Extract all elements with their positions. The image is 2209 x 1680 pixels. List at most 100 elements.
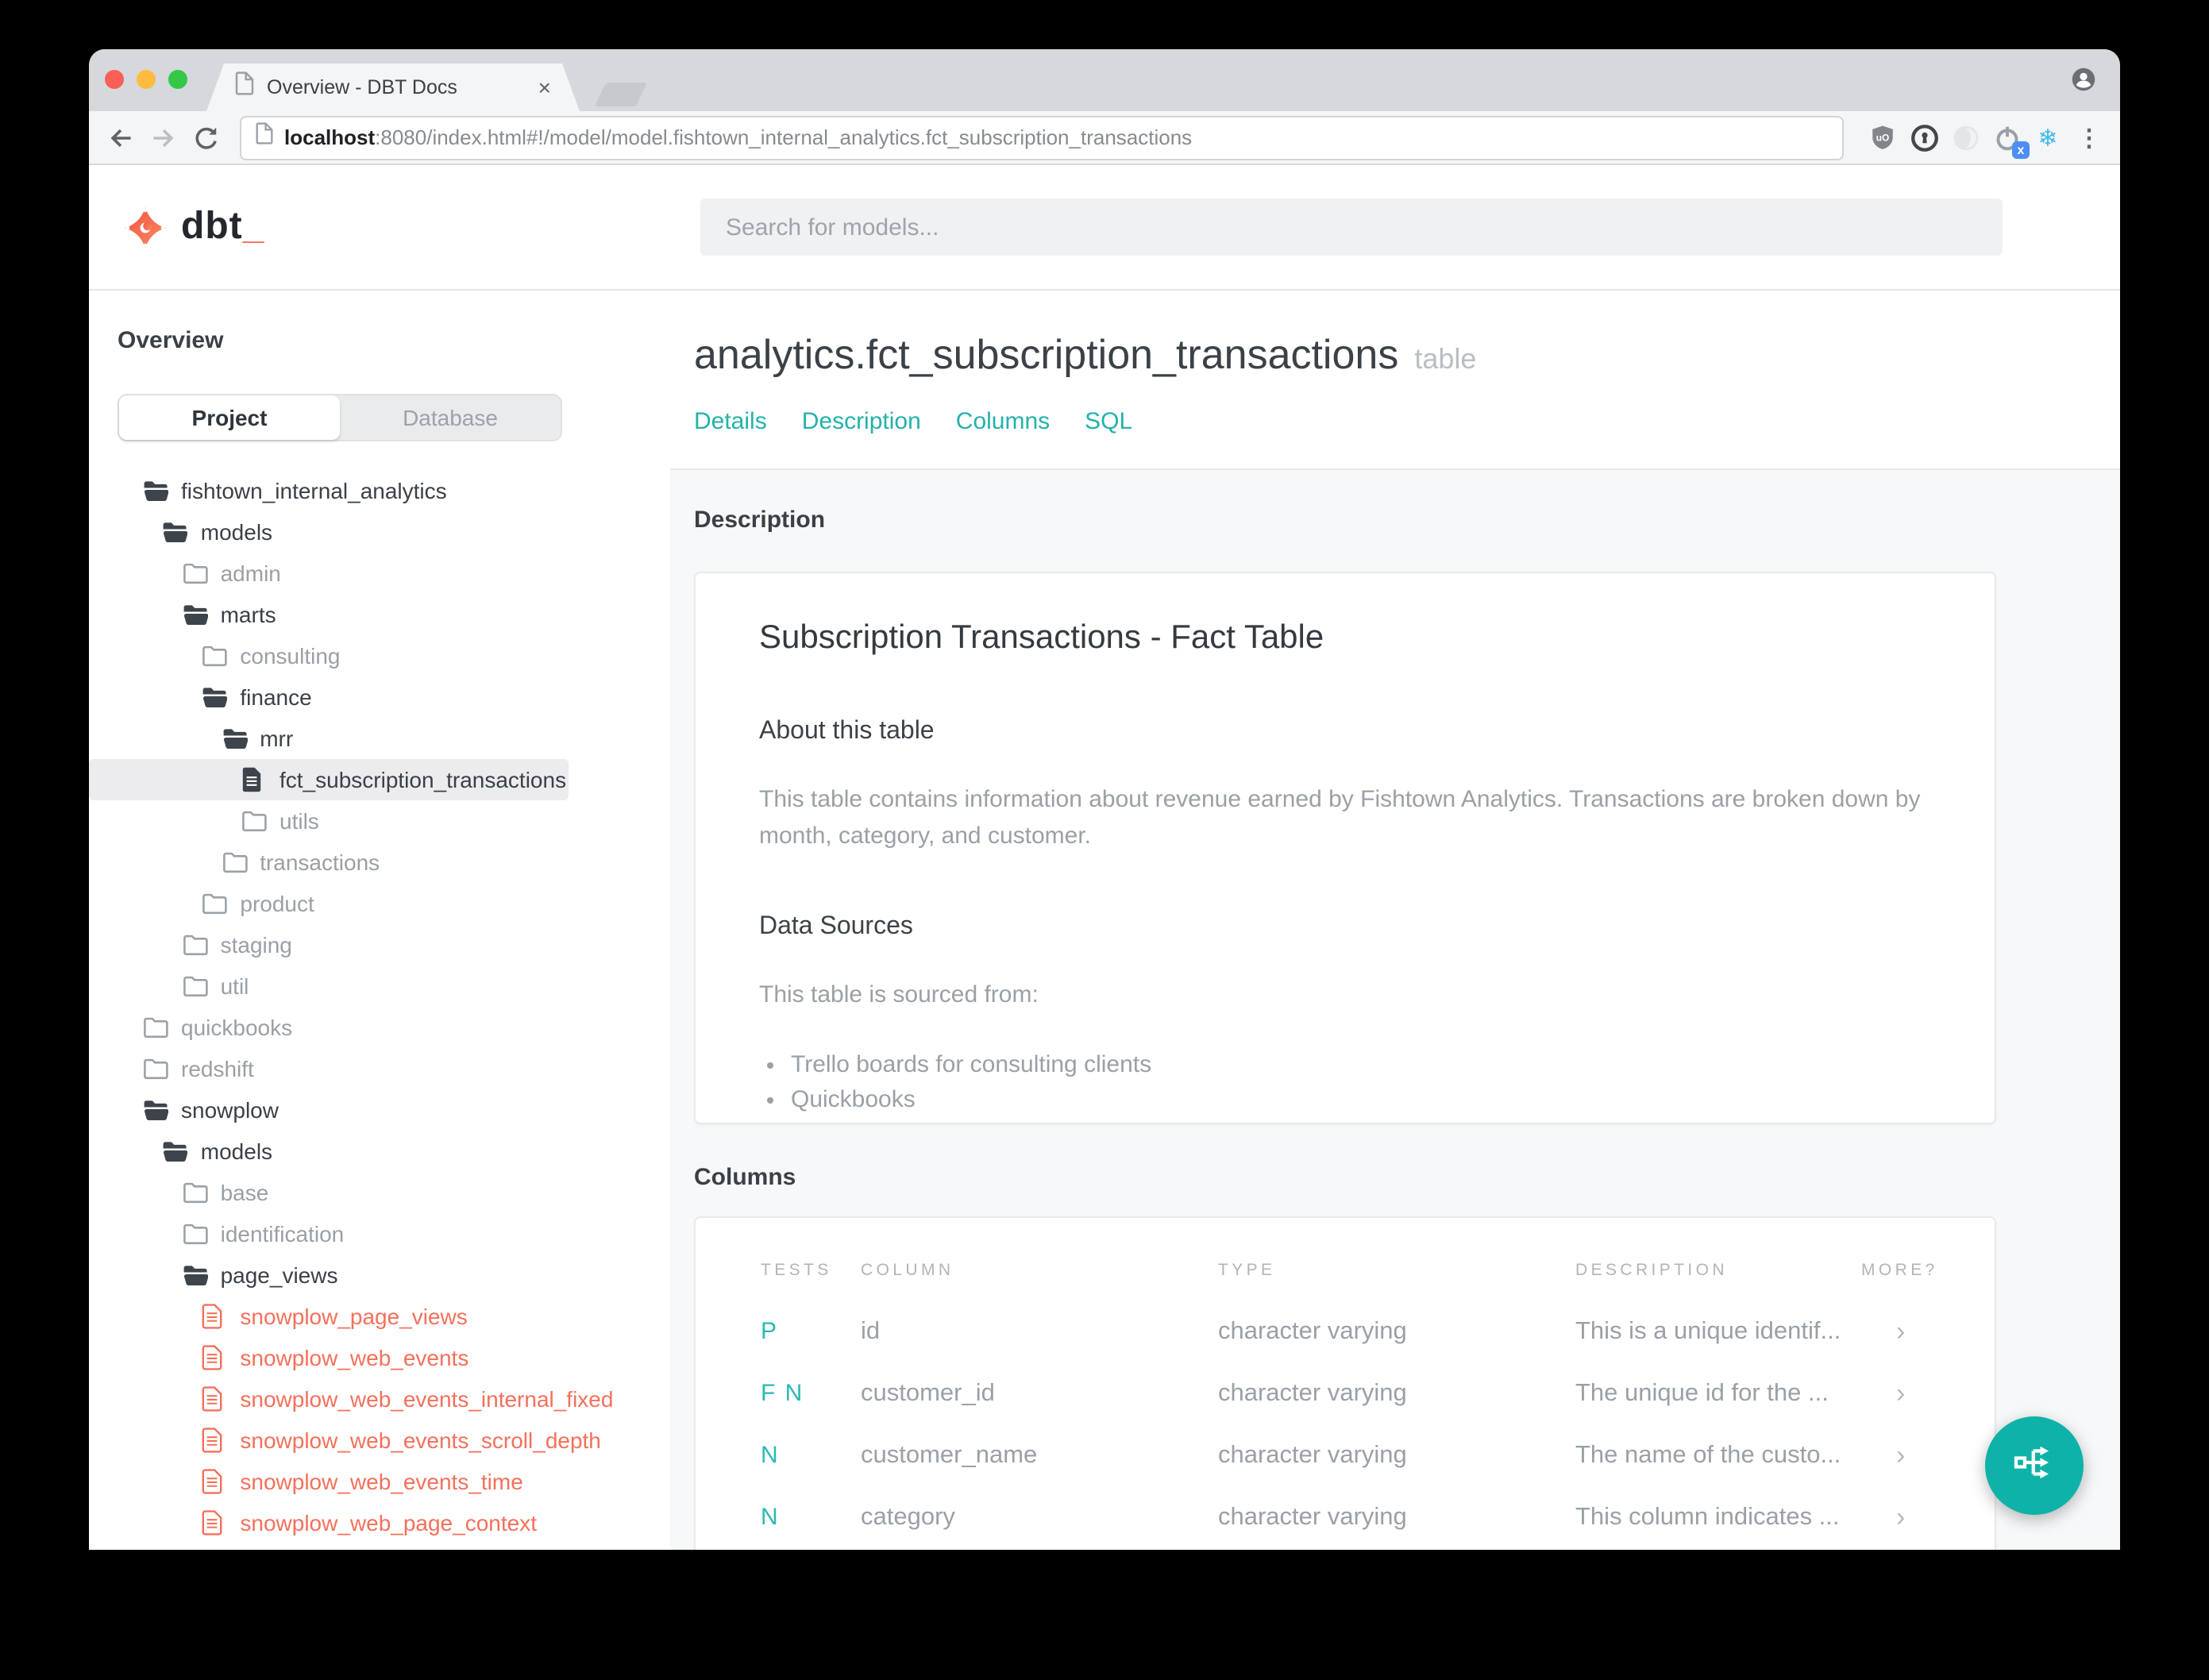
main-panel: analytics.fct_subscription_transactions t… [670,291,2120,1550]
url-bar[interactable]: localhost:8080/index.html#!/model/model.… [240,115,1844,160]
power-extension-icon[interactable]: x [1991,122,2030,159]
browser-toolbar: localhost:8080/index.html#!/model/model.… [89,111,2120,165]
folder-icon [183,975,208,997]
tree-item-models[interactable]: models [89,1131,670,1172]
avatar-icon[interactable] [2069,65,2098,102]
column-name: customer_id [861,1379,995,1406]
ghostery-extension-icon[interactable] [1950,122,1980,152]
overview-heading[interactable]: Overview [118,328,670,354]
url-host: localhost [284,125,376,149]
data-source-item: Stripe [791,1118,1931,1123]
tree-item-redshift[interactable]: redshift [89,1048,670,1089]
table-row-category[interactable]: N category character varying This column… [761,1489,1995,1545]
tab-favicon-document-icon [235,71,254,103]
tree-item-snowplow_web_events[interactable]: snowplow_web_events [89,1337,670,1378]
nav-link-columns[interactable]: Columns [956,408,1050,435]
tree-item-fishtown_internal_analytics[interactable]: fishtown_internal_analytics [89,470,670,511]
tests-badge[interactable]: N [761,1504,861,1531]
tree-item-label: snowplow_web_events_time [240,1469,523,1494]
zoom-window-button[interactable] [168,70,187,89]
nav-link-details[interactable]: Details [694,408,767,435]
tree-item-mrr[interactable]: mrr [89,718,670,759]
snowflake-extension-icon[interactable]: ❄ [2033,122,2063,152]
tree-item-page_views[interactable]: page_views [89,1254,670,1296]
tree-item-utils[interactable]: utils [89,800,670,842]
tree-item-consulting[interactable]: consulting [89,635,670,676]
tree-item-quickbooks[interactable]: quickbooks [89,1007,670,1048]
tree-item-label: snowplow_web_events_scroll_depth [240,1428,601,1453]
tree-item-snowplow_web_events_internal_fixed[interactable]: snowplow_web_events_internal_fixed [89,1378,670,1420]
table-row-customer_id[interactable]: F N customer_id character varying The un… [761,1366,1995,1421]
chevron-right-icon[interactable]: › [1861,1501,1995,1533]
tree-item-label: identification [220,1221,345,1247]
tree-item-label: redshift [181,1056,254,1081]
new-tab-button[interactable] [594,83,648,106]
tree-item-staging[interactable]: staging [89,924,670,965]
tree-item-marts[interactable]: marts [89,594,670,635]
file-icon [202,1428,227,1453]
tree-item-product[interactable]: product [89,883,670,924]
tree-item-label: snowplow_web_events_internal_fixed [240,1386,614,1412]
sidebar: Overview Project Database fishtown_intern… [89,291,670,1550]
minimize-window-button[interactable] [137,70,156,89]
chevron-right-icon[interactable]: › [1861,1316,1995,1347]
tests-badge[interactable]: F N [761,1380,861,1407]
column-description: The name of the custo... [1575,1441,1841,1468]
tests-badge[interactable]: N [761,1442,861,1469]
tree-item-identification[interactable]: identification [89,1213,670,1254]
tree-item-snowplow_page_views[interactable]: snowplow_page_views [89,1296,670,1337]
tree-item-label: consulting [240,643,341,669]
table-row-customer_name[interactable]: N customer_name character varying The na… [761,1428,1995,1483]
tree-item-label: snowplow [181,1097,279,1123]
table-row-id[interactable]: P id character varying This is a unique … [761,1304,1995,1359]
column-header-column: COLUMN [861,1261,954,1280]
tree-item-snowplow[interactable]: snowplow [89,1089,670,1131]
nav-link-sql[interactable]: SQL [1085,408,1132,435]
app-body: Overview Project Database fishtown_intern… [89,291,2120,1550]
tree-item-util[interactable]: util [89,965,670,1007]
tree-item-snowplow_web_events_scroll_depth[interactable]: snowplow_web_events_scroll_depth [89,1420,670,1461]
browser-menu-icon[interactable]: ⋮ [2074,122,2104,152]
ublock-extension-icon[interactable]: uO [1868,122,1898,152]
tree-item-label: finance [240,684,312,710]
tests-badge[interactable]: P [761,1318,861,1345]
tree-item-snowplow_web_events_time[interactable]: snowplow_web_events_time [89,1461,670,1502]
nav-link-description[interactable]: Description [802,408,921,435]
tree-item-transactions[interactable]: transactions [89,842,670,883]
close-window-button[interactable] [105,70,124,89]
column-type: character varying [1218,1317,1407,1344]
tree-item-models[interactable]: models [89,511,670,553]
data-sources-list: Trello boards for consulting clientsQuic… [759,1048,1931,1123]
url-page-icon [256,122,273,152]
tree-item-label: snowplow_web_page_context [240,1510,537,1536]
chevron-right-icon[interactable]: › [1861,1439,1995,1471]
sidebar-tab-project[interactable]: Project [119,395,340,440]
tree-item-fct_subscription_transactions[interactable]: fct_subscription_transactions [89,759,569,800]
sidebar-tab-database[interactable]: Database [340,395,561,440]
tree-item-snowplow_web_page_context[interactable]: snowplow_web_page_context [89,1502,670,1543]
description-heading: Subscription Transactions - Fact Table [759,619,1324,656]
file-icon [202,1345,227,1370]
tree-item-label: transactions [260,850,380,875]
tree-item-base[interactable]: base [89,1172,670,1213]
back-icon[interactable] [105,121,137,153]
file-icon [241,767,267,792]
onepassword-extension-icon[interactable] [1909,122,1939,152]
tree-item-admin[interactable]: admin [89,553,670,594]
column-name: category [861,1503,955,1530]
browser-tab-strip: Overview - DBT Docs × [89,49,2120,111]
tree-item-finance[interactable]: finance [89,676,670,718]
browser-tab[interactable]: Overview - DBT Docs × [206,64,580,111]
svg-text:uO: uO [1876,132,1890,143]
search-input[interactable] [700,198,2003,256]
folder-icon [241,810,267,832]
screenshot-canvas: Overview - DBT Docs × localhost:8080/ind… [0,0,2209,1680]
dbt-logo[interactable]: dbt _ [124,165,264,289]
lineage-graph-fab[interactable] [1985,1416,2084,1515]
close-tab-icon[interactable]: × [538,76,551,98]
folder-open-icon [222,727,248,749]
project-database-toggle: Project Database [118,394,562,441]
refresh-icon[interactable] [191,121,222,153]
forward-icon[interactable] [148,121,179,153]
chevron-right-icon[interactable]: › [1861,1378,1995,1409]
